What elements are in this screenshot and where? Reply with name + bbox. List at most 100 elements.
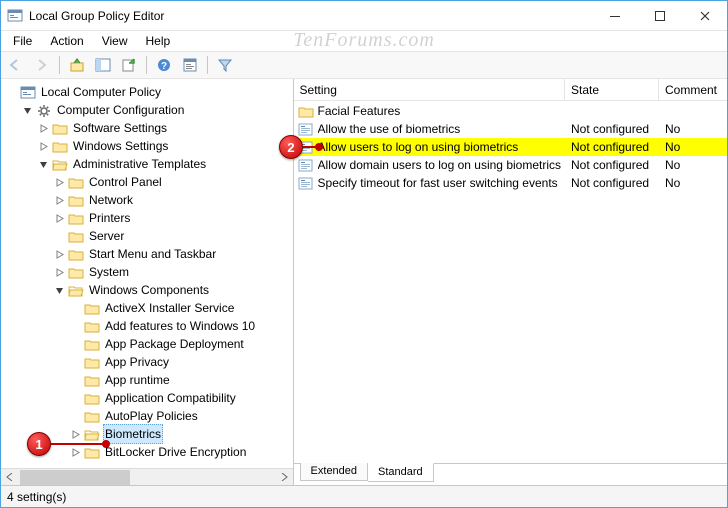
folder-icon [52, 121, 68, 135]
expander-icon[interactable] [55, 286, 67, 295]
expander-icon[interactable] [55, 196, 67, 205]
tree-node-label: Software Settings [71, 119, 169, 137]
back-button[interactable] [5, 54, 27, 76]
help-button[interactable]: ? [153, 54, 175, 76]
tab-standard[interactable]: Standard [368, 463, 434, 482]
tree[interactable]: Local Computer PolicyComputer Configurat… [1, 79, 293, 468]
tree-node-label: ActiveX Installer Service [103, 299, 236, 317]
setting-folder[interactable]: Facial Features [294, 102, 727, 120]
folder-icon [68, 211, 84, 225]
expander-icon[interactable] [55, 178, 67, 187]
tree-node-system[interactable]: System [5, 263, 293, 281]
tree-node-windows_settings[interactable]: Windows Settings [5, 137, 293, 155]
folder-icon [298, 104, 314, 118]
tree-node-label: App Privacy [103, 353, 171, 371]
toolbar-separator-2 [146, 56, 147, 74]
forward-button[interactable] [31, 54, 53, 76]
tree-node-activex[interactable]: ActiveX Installer Service [5, 299, 293, 317]
up-button[interactable] [66, 54, 88, 76]
expander-icon[interactable] [39, 124, 51, 133]
tree-node-label: Windows Settings [71, 137, 170, 155]
tree-node-start_menu[interactable]: Start Menu and Taskbar [5, 245, 293, 263]
setting-item[interactable]: Allow the use of biometricsNot configure… [294, 120, 727, 138]
setting-name: Allow domain users to log on using biome… [318, 158, 565, 172]
policy-icon [298, 122, 314, 136]
folder-icon [68, 229, 84, 243]
tab-extended[interactable]: Extended [300, 463, 368, 481]
export-list-button[interactable] [118, 54, 140, 76]
tree-node-label: BitLocker Drive Encryption [103, 443, 248, 461]
menu-action[interactable]: Action [42, 32, 91, 50]
tree-node-add_features[interactable]: Add features to Windows 10 [5, 317, 293, 335]
setting-comment: No [659, 140, 727, 154]
toolbar: ? [1, 51, 727, 79]
tree-node-win_components[interactable]: Windows Components [5, 281, 293, 299]
maximize-button[interactable] [637, 1, 682, 30]
tree-node-server[interactable]: Server [5, 227, 293, 245]
scroll-right-arrow[interactable] [276, 469, 293, 486]
folder-open-icon [68, 283, 84, 297]
scroll-left-arrow[interactable] [1, 469, 18, 486]
expander-icon[interactable] [39, 160, 51, 169]
tree-node-app_runtime[interactable]: App runtime [5, 371, 293, 389]
setting-item[interactable]: Allow users to log on using biometricsNo… [294, 138, 727, 156]
properties-button[interactable] [179, 54, 201, 76]
scroll-thumb[interactable] [20, 470, 130, 485]
tree-node-bitlocker[interactable]: BitLocker Drive Encryption [5, 443, 293, 461]
expander-icon[interactable] [71, 430, 83, 439]
folder-icon [68, 175, 84, 189]
folder-icon [52, 139, 68, 153]
menu-view[interactable]: View [94, 32, 136, 50]
tree-node-admin_templates[interactable]: Administrative Templates [5, 155, 293, 173]
setting-state: Not configured [565, 140, 659, 154]
expander-icon[interactable] [39, 142, 51, 151]
detail-list[interactable]: Facial Features Allow the use of biometri… [294, 101, 727, 463]
setting-comment: No [659, 122, 727, 136]
tab-strip: Extended Standard [294, 463, 727, 485]
filter-button[interactable] [214, 54, 236, 76]
tree-node-control_panel[interactable]: Control Panel [5, 173, 293, 191]
setting-name: Allow the use of biometrics [318, 122, 565, 136]
tree-node-autoplay[interactable]: AutoPlay Policies [5, 407, 293, 425]
tree-node-label: Network [87, 191, 135, 209]
svg-text:?: ? [161, 61, 167, 72]
folder-icon [84, 301, 100, 315]
expander-icon[interactable] [55, 214, 67, 223]
setting-item[interactable]: Allow domain users to log on using biome… [294, 156, 727, 174]
expander-icon[interactable] [55, 250, 67, 259]
folder-icon [84, 319, 100, 333]
tree-node-label: Computer Configuration [55, 101, 186, 119]
window: Local Group Policy Editor TenForums.com … [0, 0, 728, 508]
column-state[interactable]: State [565, 79, 659, 100]
folder-icon [84, 337, 100, 351]
show-hide-tree-button[interactable] [92, 54, 114, 76]
column-setting[interactable]: Setting [294, 79, 565, 100]
toolbar-separator-3 [207, 56, 208, 74]
setting-item[interactable]: Specify timeout for fast user switching … [294, 174, 727, 192]
tree-horizontal-scrollbar[interactable] [1, 468, 293, 485]
expander-icon[interactable] [23, 106, 35, 115]
tree-node-root[interactable]: Local Computer Policy [5, 83, 293, 101]
tree-node-label: Control Panel [87, 173, 164, 191]
tree-node-app_package[interactable]: App Package Deployment [5, 335, 293, 353]
expander-icon[interactable] [71, 448, 83, 457]
menu-file[interactable]: File [5, 32, 40, 50]
folder-open-icon [84, 427, 100, 441]
minimize-button[interactable] [592, 1, 637, 30]
tree-node-label: AutoPlay Policies [103, 407, 200, 425]
tree-node-software_settings[interactable]: Software Settings [5, 119, 293, 137]
tree-node-label: Application Compatibility [103, 389, 238, 407]
tree-node-network[interactable]: Network [5, 191, 293, 209]
close-button[interactable] [682, 1, 727, 30]
tree-node-app_privacy[interactable]: App Privacy [5, 353, 293, 371]
app-icon [7, 8, 23, 24]
tree-node-biometrics[interactable]: Biometrics [5, 425, 293, 443]
expander-icon[interactable] [55, 268, 67, 277]
tree-node-comp_config[interactable]: Computer Configuration [5, 101, 293, 119]
column-comment[interactable]: Comment [659, 79, 727, 100]
setting-comment: No [659, 176, 727, 190]
menu-help[interactable]: Help [138, 32, 179, 50]
policy-icon [298, 140, 314, 154]
tree-node-printers[interactable]: Printers [5, 209, 293, 227]
tree-node-app_compat[interactable]: Application Compatibility [5, 389, 293, 407]
